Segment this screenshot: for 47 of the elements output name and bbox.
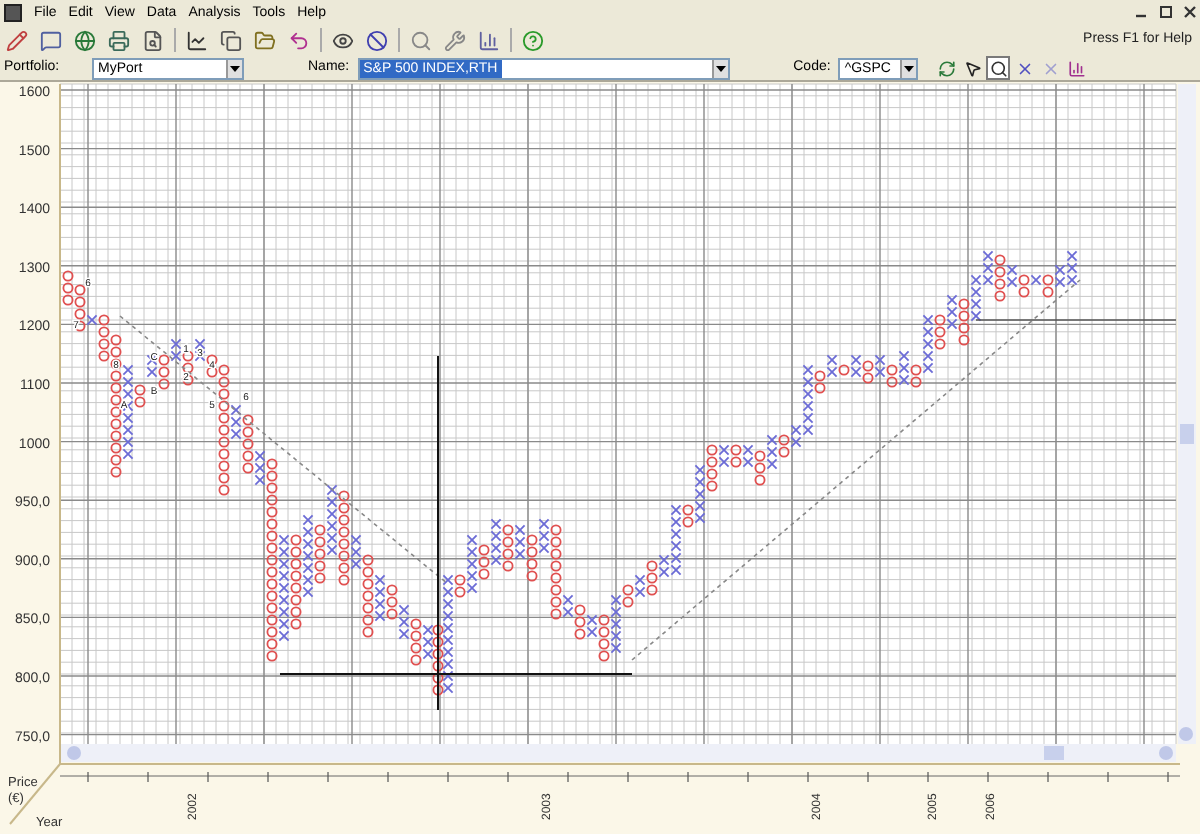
globe-icon (74, 29, 96, 51)
printer-icon (108, 29, 130, 51)
bar-chart-icon (478, 29, 500, 51)
document-icon (142, 29, 164, 51)
dropdown-arrow-icon (900, 59, 917, 77)
dropdown-arrow-icon (711, 59, 728, 77)
restore-icon[interactable] (1160, 6, 1172, 18)
pointer-icon (963, 59, 982, 77)
copy-icon (220, 29, 242, 51)
column-chart-icon (1067, 59, 1086, 77)
speech-bubble-button[interactable] (38, 27, 64, 53)
close-icon[interactable] (1184, 6, 1196, 18)
dropdown-arrow-icon (226, 59, 242, 77)
pointer-tool-button[interactable] (960, 56, 985, 80)
help-button[interactable] (520, 27, 546, 53)
pencil-icon (6, 29, 28, 51)
wrench-icon (444, 29, 466, 51)
column-chart-tool-button[interactable] (1064, 56, 1089, 80)
line-chart-button[interactable] (184, 27, 210, 53)
pencil-button[interactable] (4, 27, 30, 53)
x-shape-icon (1015, 59, 1034, 77)
wrench-button[interactable] (442, 27, 468, 53)
undo-button[interactable] (286, 27, 312, 53)
folder-button[interactable] (252, 27, 278, 53)
magnifier-button[interactable] (408, 27, 434, 53)
magnifier-icon (410, 29, 432, 51)
horizontal-scrollbar[interactable] (60, 744, 1176, 762)
no-entry-icon (366, 29, 388, 51)
speech-bubble-icon (40, 29, 62, 51)
copy-button[interactable] (218, 27, 244, 53)
globe-button[interactable] (72, 27, 98, 53)
refresh-icon (937, 59, 956, 77)
eye-icon (332, 29, 354, 51)
no-entry-button[interactable] (364, 27, 390, 53)
refresh-tool-button[interactable] (934, 56, 959, 80)
document-button[interactable] (140, 27, 166, 53)
magnifier-icon (989, 59, 1008, 77)
help-icon (522, 29, 544, 51)
line-chart-icon (186, 29, 208, 51)
folder-icon (254, 29, 276, 51)
magnifier-tool-button[interactable] (986, 56, 1011, 80)
x-shape-icon (1041, 59, 1060, 77)
printer-button[interactable] (106, 27, 132, 53)
vertical-scrollbar[interactable] (1178, 84, 1196, 744)
undo-icon (288, 29, 310, 51)
app-icon (4, 3, 22, 21)
bar-chart-button[interactable] (476, 27, 502, 53)
